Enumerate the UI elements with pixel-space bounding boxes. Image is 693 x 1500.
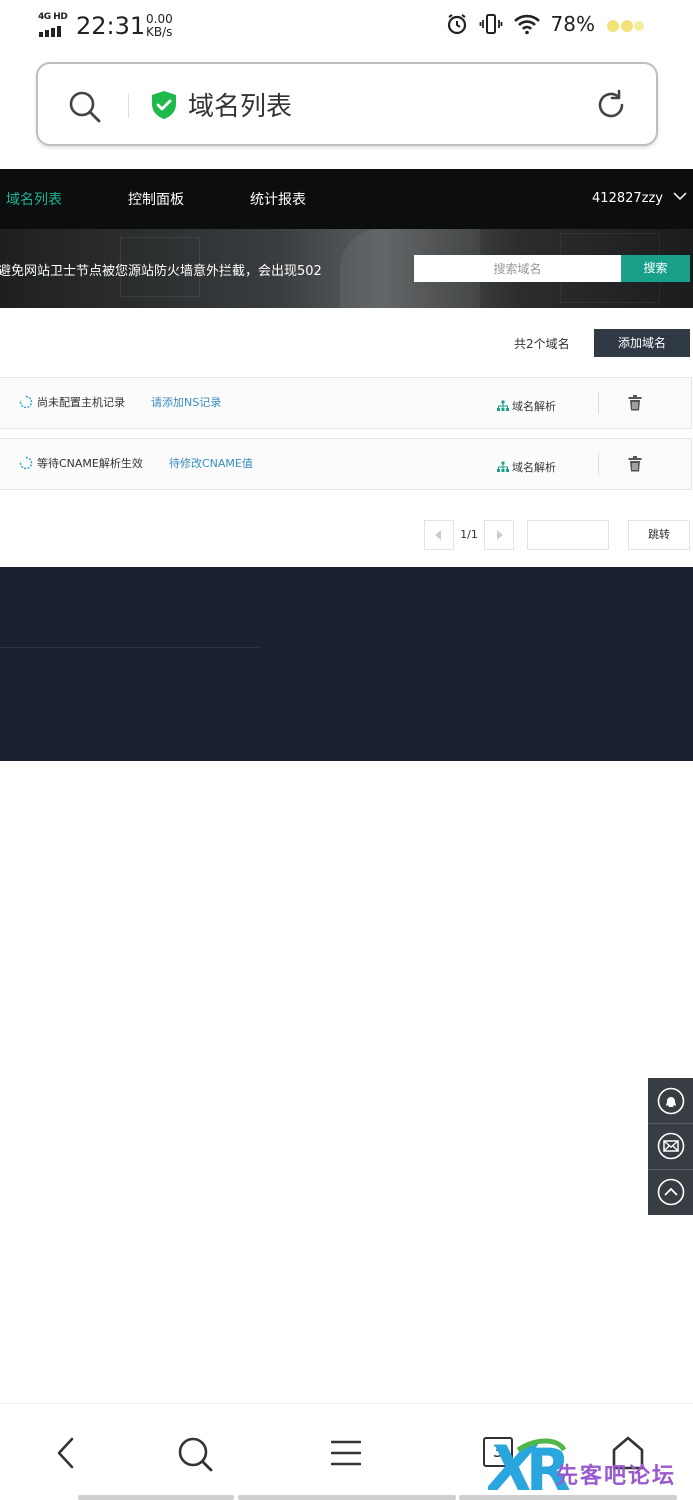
address-divider <box>128 94 129 118</box>
network-type: 4G HD <box>38 12 68 22</box>
shield-check-icon <box>152 91 176 119</box>
search-icon[interactable] <box>68 90 102 124</box>
table-row: 等待CNAME解析生效 待修改CNAME值 域名解析 <box>0 438 692 490</box>
trash-icon[interactable] <box>628 456 642 472</box>
mail-icon <box>657 1132 684 1160</box>
page-info: 1/1 <box>460 528 478 541</box>
gesture-indicator <box>78 1495 234 1500</box>
battery-level: 78% <box>550 12 595 36</box>
add-ns-link[interactable]: 请添加NS记录 <box>151 394 221 410</box>
loading-icon <box>19 395 33 409</box>
domain-status: 尚未配置主机记录 <box>37 396 125 409</box>
network-speed: 0.00 KB/s <box>146 13 173 39</box>
vibrate-icon <box>479 14 502 34</box>
reload-icon[interactable] <box>594 88 628 122</box>
dns-resolve-button[interactable]: 域名解析 <box>497 459 556 475</box>
scroll-top-button[interactable] <box>648 1169 693 1214</box>
trash-icon[interactable] <box>628 395 642 411</box>
search-button[interactable]: 搜索 <box>621 255 690 282</box>
battery-saver-icon <box>607 20 644 32</box>
user-menu[interactable]: 412827zzy <box>592 191 663 206</box>
status-bar: 4G HD 22:31 0.00 KB/s 78% <box>0 0 693 56</box>
modify-cname-link[interactable]: 待修改CNAME值 <box>169 455 253 471</box>
row-divider <box>598 392 599 414</box>
domain-search-input[interactable] <box>414 255 621 282</box>
add-domain-button[interactable]: 添加域名 <box>594 329 690 357</box>
nav-item-statistics[interactable]: 统计报表 <box>250 189 306 209</box>
next-page-button[interactable] <box>484 520 514 550</box>
network-speed-unit: KB/s <box>146 25 173 39</box>
page-title: 域名列表 <box>188 92 293 122</box>
floating-toolbar <box>648 1078 693 1215</box>
page-number-input[interactable] <box>527 520 609 550</box>
sitemap-icon <box>497 400 509 411</box>
top-nav: 域名列表 控制面板 统计报表 412827zzy <box>0 169 693 229</box>
row-divider <box>598 453 599 475</box>
banner: 避免网站卫士节点被您源站防火墙意外拦截，会出现502 搜索 <box>0 229 693 308</box>
prev-page-button[interactable] <box>424 520 454 550</box>
domain-count: 共2个域名 <box>514 337 570 351</box>
status-icons: 78% <box>445 12 595 36</box>
scroll-top-icon <box>657 1178 684 1206</box>
dns-resolve-label: 域名解析 <box>512 400 556 413</box>
watermark-text: 先客吧论坛 <box>556 1463 677 1489</box>
domain-status: 等待CNAME解析生效 <box>37 457 143 470</box>
clock: 22:31 <box>76 12 146 40</box>
chevron-down-icon[interactable] <box>673 191 687 201</box>
chevron-right-icon <box>497 530 503 540</box>
dns-resolve-button[interactable]: 域名解析 <box>497 398 556 414</box>
menu-icon[interactable] <box>331 1440 361 1466</box>
nav-item-control-panel[interactable]: 控制面板 <box>128 189 184 209</box>
mail-button[interactable] <box>648 1123 693 1168</box>
alarm-icon <box>447 14 466 35</box>
sitemap-icon <box>497 461 509 472</box>
dns-resolve-label: 域名解析 <box>512 461 556 474</box>
banner-notice: 避免网站卫士节点被您源站防火墙意外拦截，会出现502 <box>0 264 322 279</box>
table-row: 尚未配置主机记录 请添加NS记录 域名解析 <box>0 377 692 429</box>
search-icon[interactable] <box>177 1436 213 1472</box>
address-bar[interactable]: 域名列表 <box>36 62 658 146</box>
chevron-left-icon <box>435 530 441 540</box>
footer <box>0 567 693 761</box>
footer-divider <box>0 647 260 648</box>
jump-button[interactable]: 跳转 <box>628 520 690 550</box>
qq-icon <box>657 1087 684 1114</box>
signal-icon <box>39 26 61 37</box>
back-icon[interactable] <box>52 1436 80 1470</box>
gesture-indicator <box>238 1495 456 1500</box>
wifi-icon <box>513 14 540 35</box>
loading-icon <box>19 456 33 470</box>
qq-button[interactable] <box>648 1078 693 1123</box>
nav-item-domain-list[interactable]: 域名列表 <box>6 189 62 209</box>
